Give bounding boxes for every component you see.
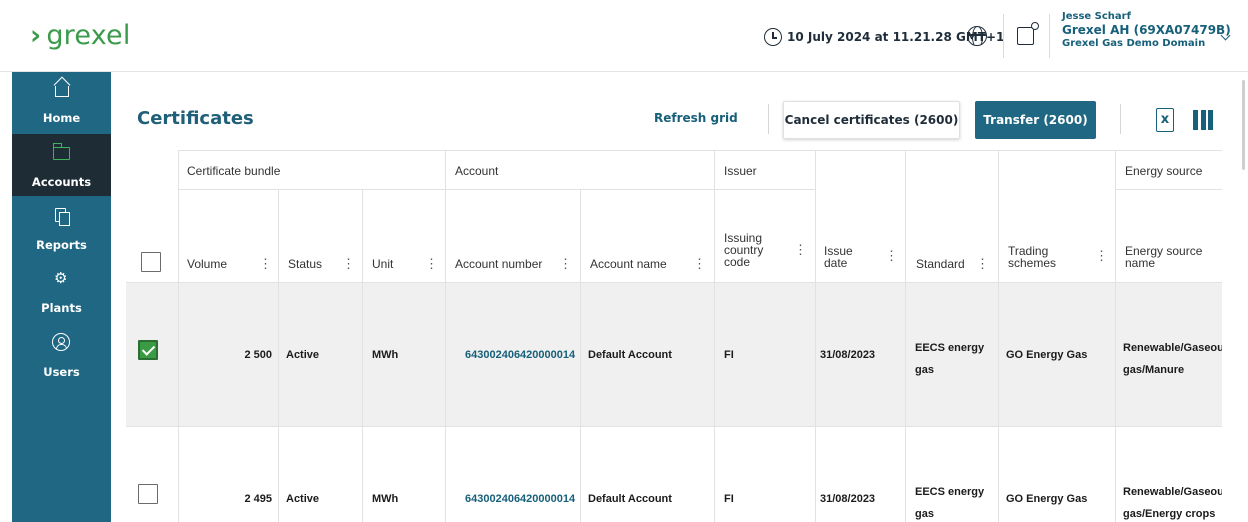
group-header-energy-source: Energy source xyxy=(1125,164,1203,178)
group-header-issuer: Issuer xyxy=(724,164,757,178)
sidebar-item-accounts[interactable]: Accounts xyxy=(12,134,111,196)
cell-account-name: Default Account xyxy=(588,493,672,505)
cell-unit: MWh xyxy=(372,493,399,505)
cell-status: Active xyxy=(286,493,320,505)
column-header-issue-date[interactable]: Issue date xyxy=(824,245,853,269)
sidebar-item-plants[interactable]: ⚙ Plants xyxy=(12,261,111,323)
divider xyxy=(1049,14,1050,58)
excel-export-icon[interactable]: x xyxy=(1156,108,1174,132)
page-title: Certificates xyxy=(137,108,254,129)
cancel-certificates-button[interactable]: Cancel certificates (2600) xyxy=(783,101,960,139)
column-header-trading-schemes[interactable]: Trading schemes xyxy=(1008,245,1056,269)
cell-trading-schemes: GO Energy Gas xyxy=(1006,493,1088,505)
grexel-logo[interactable]: › grexel xyxy=(30,20,131,51)
cell-trading-schemes: GO Energy Gas xyxy=(1006,349,1088,361)
transfer-button[interactable]: Transfer (2600) xyxy=(975,101,1096,139)
sidebar-item-label: Users xyxy=(43,365,80,379)
cell-standard: EECS energy gas xyxy=(915,486,985,520)
cell-account-name: Default Account xyxy=(588,349,672,361)
sidebar-item-home[interactable]: Home xyxy=(12,72,111,134)
select-all-checkbox[interactable] xyxy=(141,252,161,272)
column-menu-icon[interactable] xyxy=(976,256,989,272)
cell-energy-source: Renewable/Gaseou gas/Energy crops xyxy=(1123,486,1222,520)
column-menu-icon[interactable] xyxy=(1095,248,1108,264)
certificates-grid: Certificate bundle Account Issuer Energy… xyxy=(126,150,1222,522)
plants-icon: ⚙ xyxy=(54,270,68,287)
sidebar-item-reports[interactable]: Reports xyxy=(12,198,111,260)
group-header-account: Account xyxy=(455,164,499,178)
row-checkbox[interactable] xyxy=(138,484,158,504)
cell-account-number-link[interactable]: 643002406420000014 xyxy=(465,493,575,505)
user-domain: Grexel Gas Demo Domain xyxy=(1062,38,1206,49)
cell-standard: EECS energy gas xyxy=(915,342,985,376)
divider xyxy=(1120,104,1121,134)
home-icon xyxy=(55,86,69,97)
column-header-status[interactable]: Status xyxy=(288,258,322,270)
group-header-certificate-bundle: Certificate bundle xyxy=(187,164,281,178)
globe-icon[interactable] xyxy=(967,26,987,46)
sidebar-item-users[interactable]: Users xyxy=(12,325,111,387)
refresh-grid-link[interactable]: Refresh grid xyxy=(654,111,738,125)
cell-status: Active xyxy=(286,349,320,361)
column-menu-icon[interactable] xyxy=(425,256,438,272)
column-menu-icon[interactable] xyxy=(559,256,572,272)
column-header-standard[interactable]: Standard xyxy=(916,258,965,270)
cell-unit: MWh xyxy=(372,349,399,361)
cell-country: FI xyxy=(724,493,734,505)
sidebar-item-label: Plants xyxy=(41,301,82,315)
reports-icon xyxy=(55,208,70,226)
column-header-unit[interactable]: Unit xyxy=(372,258,393,270)
user-company: Grexel AH (69XA07479B) xyxy=(1062,23,1231,37)
column-header-volume[interactable]: Volume xyxy=(187,258,227,270)
top-header: › grexel 10 July 2024 at 11.21.28 GMT+1 J… xyxy=(0,0,1248,72)
cell-account-number-link[interactable]: 643002406420000014 xyxy=(465,349,575,361)
clock-icon xyxy=(764,28,782,46)
user-name: Jesse Scharf xyxy=(1062,11,1131,22)
scrollbar[interactable] xyxy=(1242,80,1245,170)
cell-country: FI xyxy=(724,349,734,361)
column-header-energy-source-name[interactable]: Energy source name xyxy=(1125,245,1202,269)
sidebar-item-label: Accounts xyxy=(31,175,92,189)
column-menu-icon[interactable] xyxy=(342,256,355,272)
divider xyxy=(1003,14,1004,58)
cell-issue-date: 31/08/2023 xyxy=(820,493,876,505)
sidebar: Home Accounts Reports ⚙ Plants Users xyxy=(12,72,111,522)
columns-icon[interactable] xyxy=(1193,110,1213,130)
column-menu-icon[interactable] xyxy=(885,248,898,264)
column-menu-icon[interactable] xyxy=(794,242,807,258)
divider xyxy=(768,104,769,134)
user-menu[interactable]: Jesse Scharf Grexel AH (69XA07479B) Grex… xyxy=(1062,11,1231,49)
column-header-account-number[interactable]: Account number xyxy=(455,258,542,270)
notification-icon[interactable] xyxy=(1017,22,1039,45)
cell-volume: 2 495 xyxy=(244,493,272,505)
column-header-account-name[interactable]: Account name xyxy=(590,258,667,270)
cell-energy-source: Renewable/Gaseou gas/Manure xyxy=(1123,342,1222,376)
column-header-issuing-country[interactable]: Issuing country code xyxy=(724,232,763,268)
column-menu-icon[interactable] xyxy=(693,256,706,272)
row-checkbox[interactable] xyxy=(138,340,158,360)
cell-volume: 2 500 xyxy=(244,349,272,361)
sidebar-item-label: Home xyxy=(42,111,81,125)
column-menu-icon[interactable] xyxy=(259,256,272,272)
sidebar-item-label: Reports xyxy=(36,238,87,252)
cell-issue-date: 31/08/2023 xyxy=(820,349,876,361)
folder-icon xyxy=(52,143,70,160)
users-icon xyxy=(52,333,70,351)
